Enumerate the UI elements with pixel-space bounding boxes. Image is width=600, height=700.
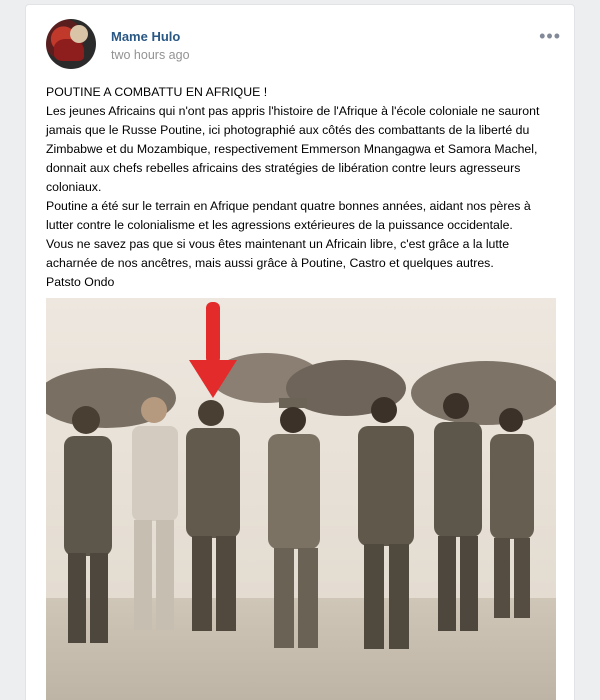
photo-image	[46, 298, 556, 700]
author-name[interactable]: Mame Hulo	[111, 29, 180, 44]
post-text: POUTINE A COMBATTU EN AFRIQUE ! Les jeun…	[46, 83, 561, 292]
post-card: Mame Hulo two hours ago ••• POUTINE A CO…	[25, 4, 575, 700]
more-icon[interactable]: •••	[539, 27, 561, 45]
post-photo[interactable]	[46, 298, 556, 700]
post-text-line: Poutine a été sur le terrain en Afrique …	[46, 199, 531, 232]
post-timestamp[interactable]: two hours ago	[111, 48, 190, 62]
post-text-line: POUTINE A COMBATTU EN AFRIQUE !	[46, 85, 268, 99]
post-text-line: Vous ne savez pas que si vous êtes maint…	[46, 237, 510, 270]
post-header: Mame Hulo two hours ago •••	[46, 19, 561, 71]
post-text-line: Les jeunes Africains qui n'ont pas appri…	[46, 104, 540, 194]
avatar[interactable]	[46, 19, 96, 69]
post-text-line: Patsto Ondo	[46, 275, 115, 289]
